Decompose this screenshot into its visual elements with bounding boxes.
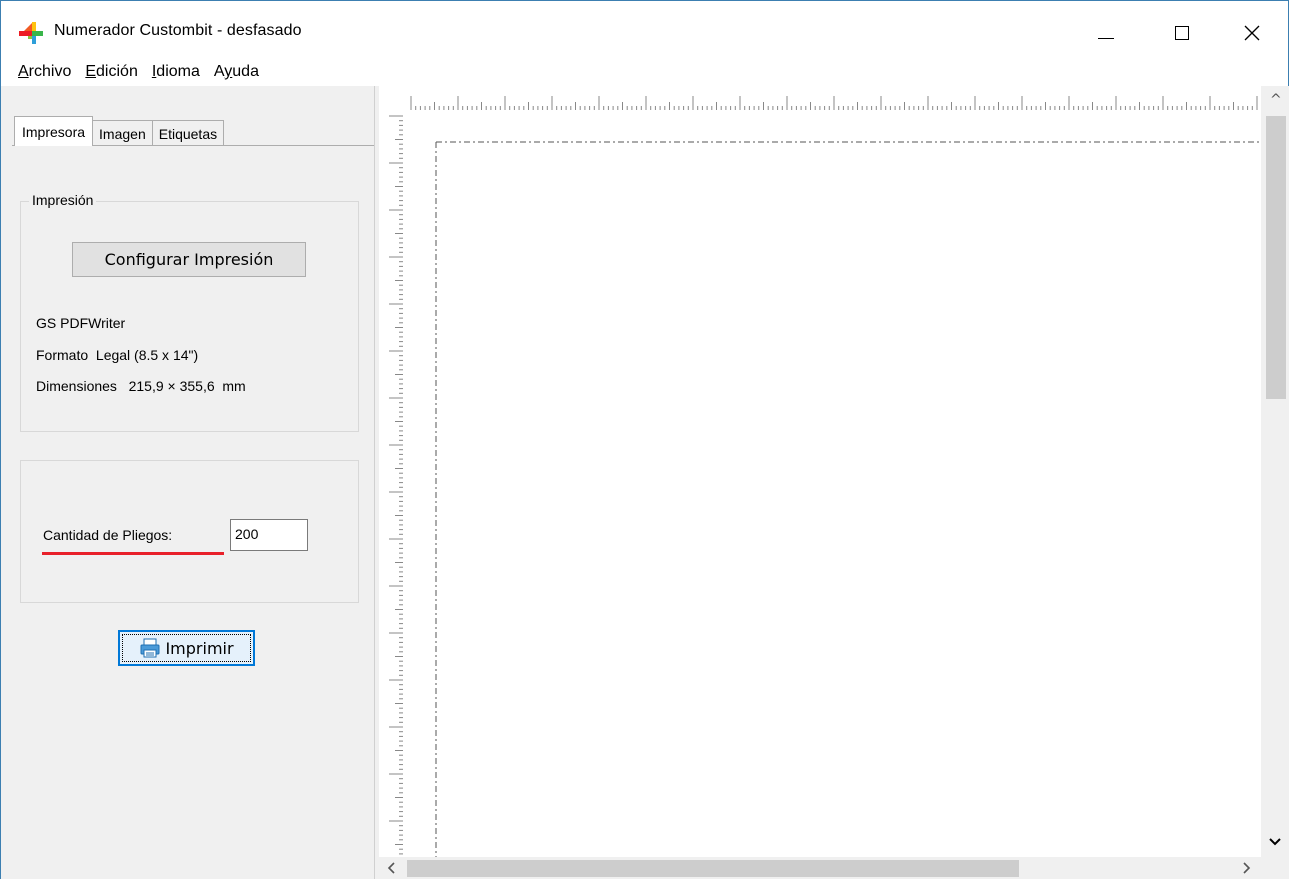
scroll-down-icon[interactable] bbox=[1269, 838, 1281, 846]
highlight-underline bbox=[42, 552, 224, 555]
paper-format: Formato Legal (8.5 x 14") bbox=[36, 347, 199, 363]
sheets-count-label: Cantidad de Pliegos: bbox=[43, 527, 173, 543]
page-preview[interactable] bbox=[409, 114, 1261, 857]
menu-edicion-label: dición bbox=[96, 63, 138, 80]
print-button-label: Imprimir bbox=[165, 638, 234, 658]
configure-print-button[interactable]: Configurar Impresión bbox=[72, 242, 306, 277]
vertical-scroll-thumb[interactable] bbox=[1266, 116, 1286, 399]
vertical-ruler bbox=[379, 114, 409, 857]
horizontal-scrollbar[interactable] bbox=[379, 857, 1261, 879]
menu-idioma[interactable]: Idioma bbox=[152, 63, 200, 81]
tab-strip: Impresora Imagen Etiquetas bbox=[14, 116, 225, 146]
horizontal-scroll-thumb[interactable] bbox=[407, 860, 1019, 877]
window-title: Numerador Custombit - desfasado bbox=[54, 22, 302, 39]
horizontal-ruler bbox=[409, 86, 1261, 114]
scroll-left-icon[interactable] bbox=[387, 862, 395, 874]
print-group-legend: Impresión bbox=[29, 192, 97, 208]
paper-dimensions: Dimensiones 215,9 × 355,6 mm bbox=[36, 378, 246, 394]
title-bar: Numerador Custombit - desfasado bbox=[1, 1, 1288, 58]
maximize-icon bbox=[1175, 26, 1189, 40]
minimize-icon bbox=[1098, 37, 1114, 39]
preview-canvas: ^ bbox=[379, 86, 1289, 879]
printer-icon bbox=[140, 638, 160, 658]
menu-bar: Archivo Edición Idioma Ayuda bbox=[1, 58, 1288, 86]
close-icon bbox=[1244, 25, 1260, 41]
print-button[interactable]: Imprimir bbox=[118, 630, 255, 666]
menu-archivo-accesskey: A bbox=[18, 63, 29, 80]
settings-pane: Impresora Imagen Etiquetas Impresión Con… bbox=[1, 86, 374, 879]
menu-edicion[interactable]: Edición bbox=[85, 63, 137, 81]
sheets-group: Cantidad de Pliegos: 200 bbox=[20, 460, 359, 603]
scroll-up-icon[interactable]: ^ bbox=[1270, 92, 1282, 108]
menu-archivo-label: rchivo bbox=[28, 63, 72, 80]
maximize-button[interactable] bbox=[1159, 17, 1205, 49]
vertical-scrollbar[interactable]: ^ bbox=[1261, 86, 1289, 857]
menu-ayuda[interactable]: Ayuda bbox=[214, 63, 259, 81]
close-button[interactable] bbox=[1229, 17, 1275, 49]
scroll-right-icon[interactable] bbox=[1243, 862, 1251, 874]
menu-idioma-label: dioma bbox=[156, 63, 200, 80]
resize-grip-icon[interactable] bbox=[1261, 857, 1289, 879]
print-settings-group: Impresión Configurar Impresión GS PDFWri… bbox=[20, 192, 359, 432]
minimize-button[interactable] bbox=[1083, 17, 1129, 49]
tab-etiquetas[interactable]: Etiquetas bbox=[151, 120, 225, 146]
sheets-count-input[interactable]: 200 bbox=[230, 519, 308, 551]
menu-archivo[interactable]: Archivo bbox=[18, 63, 71, 81]
tab-panel-impresora: Impresión Configurar Impresión GS PDFWri… bbox=[12, 145, 374, 879]
menu-ayuda-label-pre: A bbox=[213, 63, 225, 80]
app-logo-icon bbox=[19, 22, 43, 44]
tab-imagen[interactable]: Imagen bbox=[92, 120, 153, 146]
app-window: Numerador Custombit - desfasado Archivo … bbox=[0, 0, 1289, 879]
menu-ayuda-label: uda bbox=[232, 63, 259, 80]
menu-edicion-accesskey: E bbox=[85, 63, 97, 80]
printer-name: GS PDFWriter bbox=[36, 315, 126, 331]
tab-impresora[interactable]: Impresora bbox=[14, 116, 94, 146]
